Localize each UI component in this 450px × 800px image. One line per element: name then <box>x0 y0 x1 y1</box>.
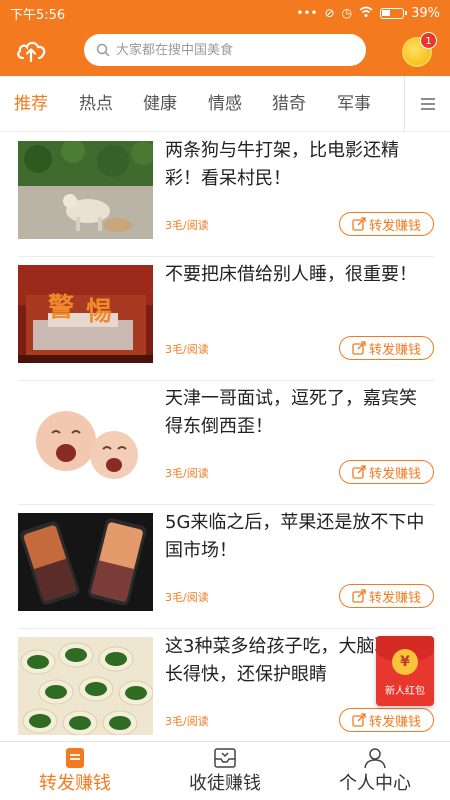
bed-warning-photo: 警 惕 <box>18 265 153 363</box>
share-earn-button[interactable]: 转发赚钱 <box>339 212 434 236</box>
share-edit-icon <box>352 589 366 603</box>
tab-health[interactable]: 健康 <box>143 76 177 132</box>
tab-menu-button[interactable] <box>404 76 450 132</box>
tab-recommend[interactable]: 推荐 <box>14 76 48 132</box>
tab-emotion[interactable]: 情感 <box>208 76 242 132</box>
notification-badge: 1 <box>420 32 437 49</box>
inbox-icon <box>214 748 236 768</box>
article-title[interactable]: 天津一哥面试，逗死了，嘉宾笑得东倒西歪！ <box>165 385 431 441</box>
share-earn-label: 转发赚钱 <box>368 218 421 234</box>
share-edit-icon <box>352 217 366 231</box>
share-earn-button[interactable]: 转发赚钱 <box>339 584 434 608</box>
nav-label: 个人中心 <box>339 773 411 794</box>
article-title[interactable]: 5G来临之后，苹果还是放不下中国市场！ <box>165 509 431 565</box>
newcomer-red-packet-button[interactable]: ¥ 新人红包 <box>376 636 434 706</box>
dogs-and-cow-photo <box>18 141 153 239</box>
warning-overlay-glyph: 惕 <box>86 297 113 327</box>
article-title[interactable]: 两条狗与牛打架，比电影还精彩！看呆村民！ <box>165 137 431 193</box>
share-edit-icon <box>352 713 366 727</box>
article-price: 3毛/阅读 <box>165 591 209 604</box>
article-title[interactable]: 不要把床借给别人睡，很重要！ <box>165 261 431 289</box>
tab-hot[interactable]: 热点 <box>79 76 113 132</box>
battery-level: 39% <box>411 5 440 21</box>
article-price: 3毛/阅读 <box>165 219 209 232</box>
share-earn-label: 转发赚钱 <box>368 590 421 606</box>
cloud-upload-icon <box>17 41 46 63</box>
share-earn-button[interactable]: 转发赚钱 <box>339 460 434 484</box>
status-bar: 下午5:56 ••• ⊘ ◷ 39% <box>0 0 450 26</box>
share-edit-icon <box>352 341 366 355</box>
warning-overlay-glyph: 警 <box>48 293 75 323</box>
tab-military[interactable]: 军事 <box>337 76 371 132</box>
app-header: 1 <box>0 26 450 76</box>
yen-coin-icon: ¥ <box>392 649 418 675</box>
crying-babies-photo <box>18 389 153 487</box>
article-price: 3毛/阅读 <box>165 343 209 356</box>
share-earn-button[interactable]: 转发赚钱 <box>339 708 434 732</box>
share-earn-label: 转发赚钱 <box>368 466 421 482</box>
share-earn-label: 转发赚钱 <box>368 342 421 358</box>
more-icon: ••• <box>296 6 318 20</box>
search-input[interactable] <box>116 42 346 58</box>
upload-cloud-button[interactable] <box>14 34 48 68</box>
nav-label: 转发赚钱 <box>39 773 111 794</box>
status-icons: ••• ⊘ ◷ 39% <box>296 6 440 21</box>
alarm-icon: ◷ <box>341 6 353 20</box>
menu-icon <box>420 98 435 110</box>
coin-button[interactable]: 1 <box>402 32 437 67</box>
battery-icon <box>380 7 408 19</box>
share-doc-icon <box>66 748 84 768</box>
search-icon <box>96 43 110 57</box>
status-time: 下午5:56 <box>10 7 66 23</box>
list-item[interactable]: 天津一哥面试，逗死了，嘉宾笑得东倒西歪！ 3毛/阅读 转发赚钱 <box>18 381 434 505</box>
search-bar[interactable] <box>84 34 366 66</box>
article-price: 3毛/阅读 <box>165 467 209 480</box>
share-earn-label: 转发赚钱 <box>368 714 421 730</box>
tab-curiosity[interactable]: 猎奇 <box>272 76 306 132</box>
category-tabs: 推荐 热点 健康 情感 猎奇 军事 <box>0 76 450 132</box>
spinach-food-photo <box>18 637 153 735</box>
bottom-navigation: 转发赚钱 收徒赚钱 个人中心 <box>0 741 450 800</box>
red-packet-label: 新人红包 <box>385 686 425 697</box>
list-item[interactable]: 5G来临之后，苹果还是放不下中国市场！ 3毛/阅读 转发赚钱 <box>18 505 434 629</box>
mute-icon: ⊘ <box>324 6 335 20</box>
list-item[interactable]: 这3种菜多给孩子吃，大脑聪明，长得快，还保护眼睛 3毛/阅读 转发赚钱 <box>18 629 434 741</box>
person-icon <box>364 748 386 769</box>
article-price: 3毛/阅读 <box>165 715 209 728</box>
nav-profile[interactable]: 个人中心 <box>300 742 450 800</box>
share-earn-button[interactable]: 转发赚钱 <box>339 336 434 360</box>
nav-label: 收徒赚钱 <box>189 773 261 794</box>
list-item[interactable]: 警 惕 不要把床借给别人睡，很重要！ 3毛/阅读 转发赚钱 <box>18 257 434 381</box>
list-item[interactable]: 两条狗与牛打架，比电影还精彩！看呆村民！ 3毛/阅读 转发赚钱 <box>18 133 434 257</box>
wifi-icon <box>359 6 373 21</box>
share-edit-icon <box>352 465 366 479</box>
nav-share-earn[interactable]: 转发赚钱 <box>0 742 150 800</box>
nav-recruit-earn[interactable]: 收徒赚钱 <box>150 742 300 800</box>
smartphones-photo <box>18 513 153 611</box>
